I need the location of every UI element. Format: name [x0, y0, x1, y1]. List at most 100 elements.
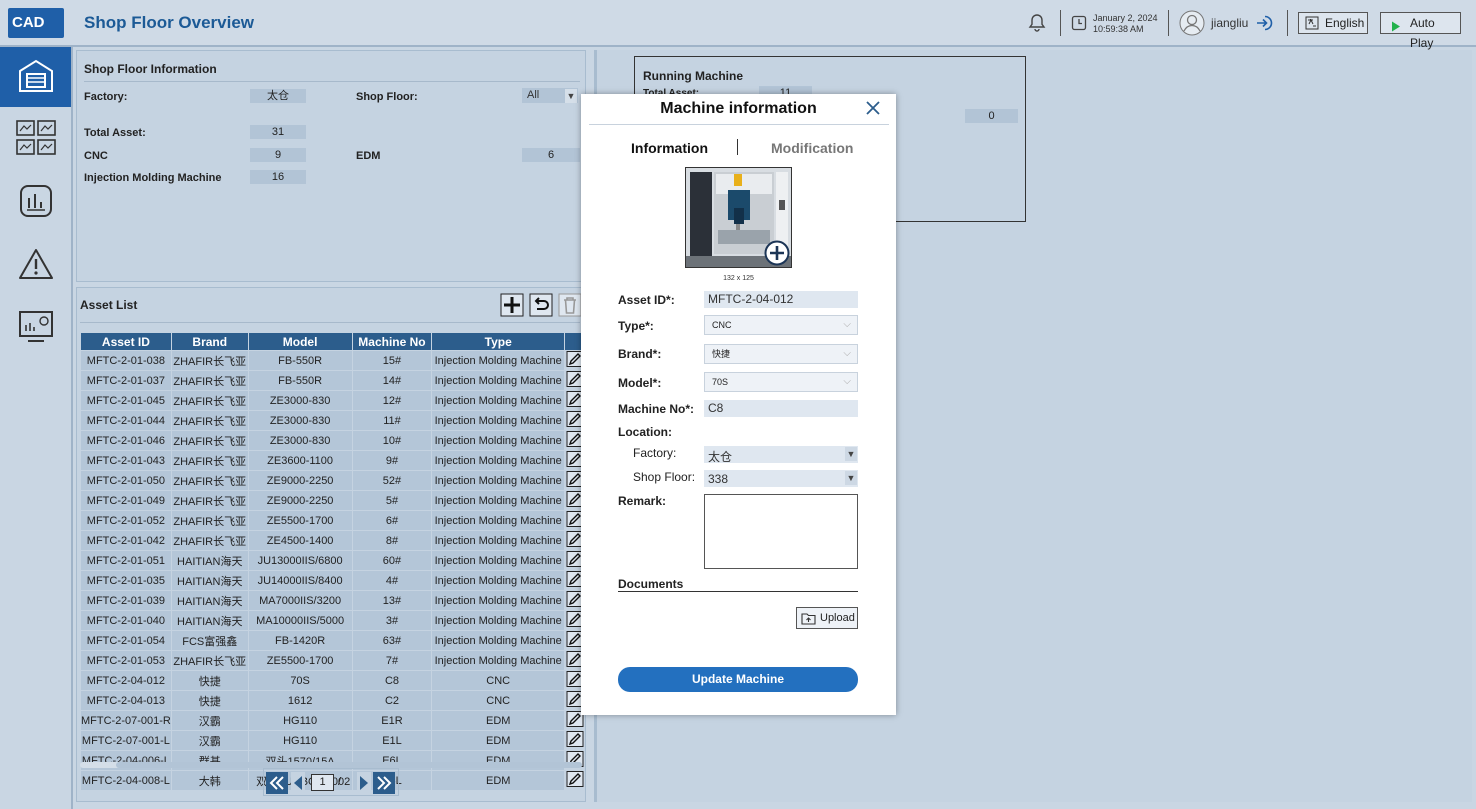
avatar[interactable]	[1179, 10, 1205, 39]
cell-brand: HAITIAN海天	[170, 610, 249, 631]
table-row[interactable]: MFTC-2-04-012 快捷 70S C8 CNC	[80, 670, 585, 691]
add-asset-button[interactable]	[500, 293, 524, 320]
brand-select[interactable]: 快捷 ⌵	[704, 344, 858, 364]
shop-floor-info-panel: Shop Floor Information Factory: 太仓 Shop …	[76, 50, 586, 282]
cell-type: Injection Molding Machine	[431, 470, 566, 491]
location-shop-floor-select[interactable]: 338 ▼	[704, 470, 858, 487]
tab-information[interactable]: Information	[631, 140, 708, 156]
col-brand[interactable]: Brand	[170, 332, 249, 351]
refresh-button[interactable]	[529, 293, 553, 320]
table-row[interactable]: MFTC-2-01-043 ZHAFIR长飞亚 ZE3600-1100 9# Injec…	[80, 450, 585, 471]
tab-modification[interactable]: Modification	[771, 140, 853, 156]
next-page-icon[interactable]	[357, 772, 371, 797]
cell-machine-no: 13#	[351, 590, 433, 611]
cell-asset-id: MFTC-2-01-040	[80, 610, 172, 631]
table-row[interactable]: MFTC-2-01-052 ZHAFIR长飞亚 ZE5500-1700 6# Injec…	[80, 510, 585, 531]
table-row[interactable]: MFTC-2-01-046 ZHAFIR长飞亚 ZE3000-830 10# Injec…	[80, 430, 585, 451]
first-page-icon[interactable]	[266, 772, 288, 797]
language-label: English	[1325, 16, 1365, 30]
table-row[interactable]: MFTC-2-07-001-L 汉霸 HG110 E1L EDM	[80, 730, 585, 751]
language-button[interactable]: English	[1298, 12, 1368, 34]
cnc-value: 9	[250, 148, 306, 162]
asset-table: Asset ID Brand Model Machine No Type MFT…	[80, 332, 585, 791]
shop-floor-select[interactable]: All ▼	[522, 88, 578, 103]
cell-model: ZE3000-830	[247, 430, 353, 451]
brand-selected: 快捷	[712, 349, 731, 359]
cell-machine-no: 10#	[351, 430, 433, 451]
table-row[interactable]: MFTC-2-01-050 ZHAFIR长飞亚 ZE9000-2250 52# Inje…	[80, 470, 585, 491]
table-row[interactable]: MFTC-2-01-038 ZHAFIR长飞亚 FB-550R 15# Injectio…	[80, 350, 585, 371]
cell-brand: ZHAFIR长飞亚	[170, 510, 249, 531]
sidebar-item-alarms[interactable]	[0, 235, 71, 295]
cell-model: MA7000IIS/3200	[247, 590, 353, 611]
location-factory-select[interactable]: 太仓 ▼	[704, 446, 858, 464]
update-machine-button[interactable]: Update Machine	[618, 667, 858, 692]
table-row[interactable]: MFTC-2-04-013 快捷 1612 C2 CNC	[80, 690, 585, 711]
edit-row-button[interactable]	[564, 730, 585, 751]
folder-upload-icon	[801, 612, 816, 628]
table-row[interactable]: MFTC-2-01-037 ZHAFIR长飞亚 FB-550R 14# Injectio…	[80, 370, 585, 391]
col-machine-no[interactable]: Machine No	[351, 332, 433, 351]
table-row[interactable]: MFTC-2-01-045 ZHAFIR长飞亚 ZE3000-830 12# Injec…	[80, 390, 585, 411]
table-row[interactable]: MFTC-2-01-053 ZHAFIR长飞亚 ZE5500-1700 7# Injec…	[80, 650, 585, 671]
cell-type: Injection Molding Machine	[431, 630, 566, 651]
table-row[interactable]: MFTC-2-01-049 ZHAFIR长飞亚 ZE9000-2250 5# Injec…	[80, 490, 585, 511]
table-row[interactable]: MFTC-2-01-039 HAITIAN海天 MA7000IIS/3200 13# I…	[80, 590, 585, 611]
asset-id-field[interactable]: MFTC-2-04-012	[704, 291, 858, 308]
cell-asset-id: MFTC-2-07-001-R	[80, 710, 172, 731]
autoplay-button[interactable]: Auto Play	[1380, 12, 1461, 50]
cell-model: FB-550R	[247, 370, 353, 391]
sidebar-item-shop-floor[interactable]	[0, 47, 71, 107]
table-row[interactable]: MFTC-2-07-001-R 汉霸 HG110 E1R EDM	[80, 710, 585, 731]
delete-button[interactable]	[558, 293, 582, 320]
close-icon[interactable]	[865, 100, 881, 119]
edit-row-button[interactable]	[564, 770, 585, 791]
page-input[interactable]: 1	[311, 774, 334, 791]
last-page-icon[interactable]	[373, 772, 395, 797]
model-select[interactable]: 70S ⌵	[704, 372, 858, 392]
cnc-label: CNC	[84, 150, 108, 162]
table-row[interactable]: MFTC-2-01-054 FCS富强鑫 FB-1420R 63# Injection …	[80, 630, 585, 651]
table-row[interactable]: MFTC-2-01-035 HAITIAN海天 JU14000IIS/8400 4# I…	[80, 570, 585, 591]
cell-model: ZE3000-830	[247, 390, 353, 411]
machine-no-field[interactable]: C8	[704, 400, 858, 417]
sidebar-item-machines[interactable]	[0, 109, 71, 169]
cell-asset-id: MFTC-2-01-035	[80, 570, 172, 591]
table-row[interactable]: MFTC-2-01-042 ZHAFIR长飞亚 ZE4500-1400 8# Injec…	[80, 530, 585, 551]
add-image-icon[interactable]	[764, 240, 790, 267]
prev-page-icon[interactable]	[291, 772, 305, 797]
sidebar-item-monitor[interactable]	[0, 298, 71, 358]
remark-textarea[interactable]	[704, 494, 858, 569]
table-row[interactable]: MFTC-2-01-051 HAITIAN海天 JU13000IIS/6800 60#…	[80, 550, 585, 571]
image-size-hint: 132 x 125	[723, 275, 754, 282]
cell-model: ZE9000-2250	[247, 470, 353, 491]
pagination: 1 / 2	[263, 768, 399, 796]
col-model[interactable]: Model	[247, 332, 353, 351]
cell-type: EDM	[431, 770, 566, 791]
sidebar-item-reports[interactable]	[0, 172, 71, 232]
cell-machine-no: 9#	[351, 450, 433, 471]
chevron-down-icon: ▼	[845, 471, 857, 485]
cell-brand: ZHAFIR长飞亚	[170, 470, 249, 491]
col-type[interactable]: Type	[431, 332, 566, 351]
type-select[interactable]: CNC ⌵	[704, 315, 858, 335]
type-label: Type*:	[618, 319, 654, 333]
cell-brand: 汉霸	[170, 710, 249, 731]
cell-model: JU14000IIS/8400	[247, 570, 353, 591]
col-asset-id[interactable]: Asset ID	[80, 332, 172, 351]
table-row[interactable]: MFTC-2-01-044 ZHAFIR长飞亚 ZE3000-830 11# Injec…	[80, 410, 585, 431]
bell-icon[interactable]	[1027, 13, 1047, 36]
shop-floor-selected: All	[527, 89, 540, 101]
cell-type: Injection Molding Machine	[431, 610, 566, 631]
logout-icon[interactable]	[1255, 14, 1273, 35]
cell-brand: 大韩	[170, 770, 249, 791]
cell-model: ZE4500-1400	[247, 530, 353, 551]
cell-model: ZE5500-1700	[247, 650, 353, 671]
cell-model: ZE9000-2250	[247, 490, 353, 511]
cell-machine-no: 14#	[351, 370, 433, 391]
divider	[1287, 10, 1288, 36]
page-title: Shop Floor Overview	[84, 13, 255, 32]
asset-id-label: Asset ID*:	[618, 293, 675, 307]
table-row[interactable]: MFTC-2-01-040 HAITIAN海天 MA10000IIS/5000 3# I…	[80, 610, 585, 631]
upload-button[interactable]: Upload	[796, 607, 858, 629]
